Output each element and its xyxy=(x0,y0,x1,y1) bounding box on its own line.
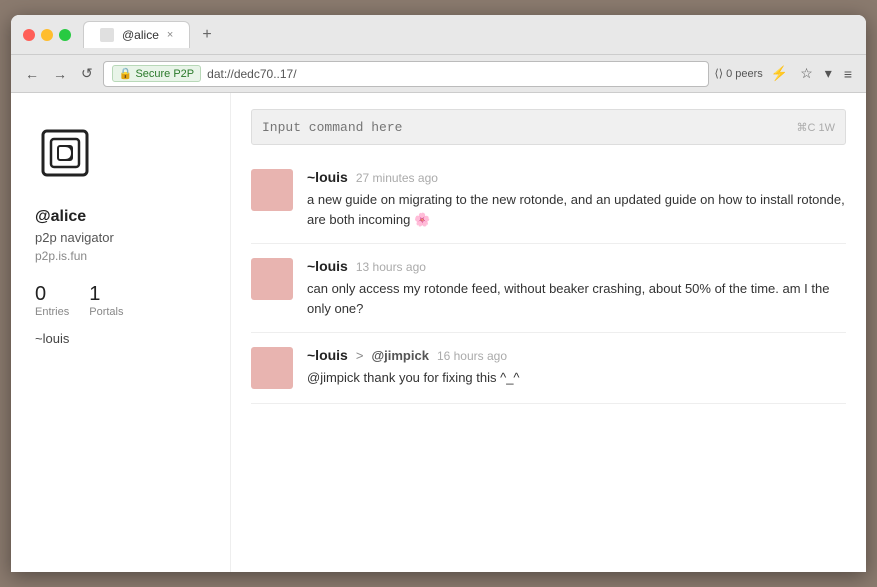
entries-label: Entries xyxy=(35,306,69,318)
portals-stat: 1 Portals xyxy=(89,283,123,318)
peers-icon: ⟨⟩ xyxy=(715,67,724,80)
command-input[interactable] xyxy=(262,120,797,135)
post-text: a new guide on migrating to the new roto… xyxy=(307,190,846,229)
nav-actions: ⟨⟩ 0 peers ⚡ ☆ ▾ ≡ xyxy=(715,61,857,86)
post-author: ~louis xyxy=(307,258,348,274)
site-logo xyxy=(35,123,95,183)
stats: 0 Entries 1 Portals xyxy=(35,283,206,318)
secure-badge: 🔒 Secure P2P xyxy=(112,65,201,82)
post-item: ~louis 13 hours ago can only access my r… xyxy=(251,244,846,333)
logo-container xyxy=(35,123,206,188)
address-text: dat://dedc70..17/ xyxy=(207,67,296,81)
back-button[interactable]: ← xyxy=(21,62,43,86)
new-tab-button[interactable]: + xyxy=(194,24,219,46)
main-feed: ⌘C 1W ~louis 27 minutes ago a new guide … xyxy=(231,93,866,572)
command-shortcuts: ⌘C 1W xyxy=(797,121,836,134)
post-header: ~louis 13 hours ago xyxy=(307,258,846,274)
post-time: 27 minutes ago xyxy=(356,171,438,185)
entries-stat: 0 Entries xyxy=(35,283,69,318)
post-text: can only access my rotonde feed, without… xyxy=(307,279,846,318)
tab-title: @alice xyxy=(122,28,159,42)
post-body: ~louis 27 minutes ago a new guide on mig… xyxy=(307,169,846,229)
website: p2p.is.fun xyxy=(35,249,206,263)
username: @alice xyxy=(35,208,206,226)
traffic-lights xyxy=(23,29,71,41)
post-time: 13 hours ago xyxy=(356,260,426,274)
maximize-button[interactable] xyxy=(59,29,71,41)
secure-icon: 🔒 xyxy=(119,67,133,80)
feed-posts: ~louis 27 minutes ago a new guide on mig… xyxy=(231,155,866,404)
page-content: @alice p2p navigator p2p.is.fun 0 Entrie… xyxy=(11,93,866,572)
post-header: ~louis > @jimpick 16 hours ago xyxy=(307,347,846,363)
avatar xyxy=(251,169,293,211)
close-button[interactable] xyxy=(23,29,35,41)
sidebar: @alice p2p navigator p2p.is.fun 0 Entrie… xyxy=(11,93,231,572)
nav-bar: ← → ↺ 🔒 Secure P2P dat://dedc70..17/ ⟨⟩ … xyxy=(11,55,866,93)
tab-close-button[interactable]: × xyxy=(167,29,173,41)
avatar xyxy=(251,258,293,300)
following-section: ~louis xyxy=(35,330,206,348)
tagline: p2p navigator xyxy=(35,230,206,245)
post-text: @jimpick thank you for fixing this ^_^ xyxy=(307,368,846,388)
active-tab[interactable]: @alice × xyxy=(83,21,190,48)
lightning-button[interactable]: ⚡ xyxy=(767,61,792,86)
post-mention: @jimpick xyxy=(371,348,428,363)
address-bar[interactable]: 🔒 Secure P2P dat://dedc70..17/ xyxy=(103,61,709,87)
peers-badge: ⟨⟩ 0 peers xyxy=(715,67,763,80)
dropdown-button[interactable]: ▾ xyxy=(821,61,836,86)
post-author: ~louis xyxy=(307,169,348,185)
menu-button[interactable]: ≡ xyxy=(840,62,856,86)
post-item: ~louis 27 minutes ago a new guide on mig… xyxy=(251,155,846,244)
entries-count: 0 xyxy=(35,283,69,306)
title-bar: @alice × + xyxy=(11,15,866,55)
post-author: ~louis xyxy=(307,347,348,363)
portals-label: Portals xyxy=(89,306,123,318)
avatar xyxy=(251,347,293,389)
tabs-area: @alice × + xyxy=(83,21,854,48)
post-body: ~louis > @jimpick 16 hours ago @jimpick … xyxy=(307,347,846,389)
browser-window: @alice × + ← → ↺ 🔒 Secure P2P dat://dedc… xyxy=(11,15,866,572)
following-user[interactable]: ~louis xyxy=(35,331,69,346)
post-item: ~louis > @jimpick 16 hours ago @jimpick … xyxy=(251,333,846,404)
forward-button[interactable]: → xyxy=(49,62,71,86)
minimize-button[interactable] xyxy=(41,29,53,41)
command-bar[interactable]: ⌘C 1W xyxy=(251,109,846,145)
tab-favicon xyxy=(100,28,114,42)
post-header: ~louis 27 minutes ago xyxy=(307,169,846,185)
peers-count: 0 peers xyxy=(726,68,763,80)
post-time: 16 hours ago xyxy=(437,349,507,363)
secure-label: Secure P2P xyxy=(135,68,194,80)
post-arrow: > xyxy=(356,348,364,363)
reload-button[interactable]: ↺ xyxy=(77,61,97,86)
post-body: ~louis 13 hours ago can only access my r… xyxy=(307,258,846,318)
portals-count: 1 xyxy=(89,283,123,306)
bookmark-button[interactable]: ☆ xyxy=(796,61,817,86)
